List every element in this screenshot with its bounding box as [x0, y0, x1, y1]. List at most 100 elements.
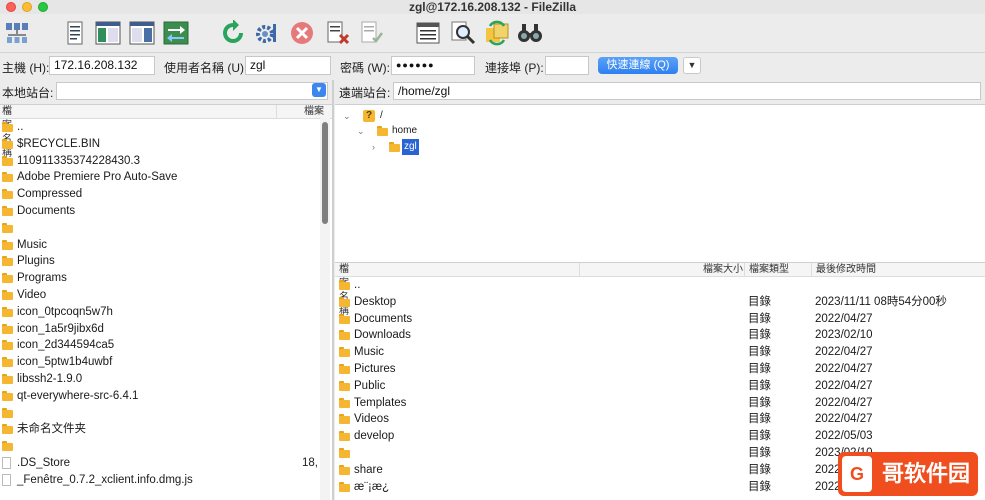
- password-input[interactable]: ●●●●●●: [391, 56, 475, 75]
- file-type: 目錄: [748, 480, 771, 493]
- host-input[interactable]: 172.16.208.132: [49, 56, 155, 75]
- search-icon[interactable]: [448, 18, 478, 48]
- list-item[interactable]: icon_0tpcoqn5w7h: [0, 304, 332, 321]
- tree-node-zgl[interactable]: › zgl: [372, 139, 572, 155]
- folder-icon: [2, 289, 13, 300]
- local-tree-icon[interactable]: [93, 18, 123, 48]
- local-header-size[interactable]: 檔案: [276, 105, 324, 119]
- process-queue-icon[interactable]: [252, 18, 282, 48]
- disconnect-icon[interactable]: [323, 18, 353, 48]
- local-header-name[interactable]: 檔案名稱 ⌃: [2, 105, 12, 159]
- file-name: icon_0tpcoqn5w7h: [17, 305, 113, 318]
- file-name: Music: [354, 346, 385, 359]
- list-item[interactable]: qt-everywhere-src-6.4.1: [0, 388, 332, 405]
- file-type: 目錄: [748, 413, 771, 426]
- username-input[interactable]: zgl: [245, 56, 331, 75]
- remote-tree-icon[interactable]: [127, 18, 157, 48]
- table-row[interactable]: Documents 目錄 2022/04/27: [335, 311, 985, 328]
- watermark-text: 哥软件园: [881, 461, 970, 486]
- list-item[interactable]: [0, 405, 332, 422]
- table-row[interactable]: Music 目錄 2022/04/27: [335, 344, 985, 361]
- file-name: icon_1a5r9jibx6d: [17, 322, 104, 335]
- folder-icon: [2, 373, 13, 384]
- toolbar: [0, 14, 985, 52]
- folder-icon: [339, 414, 350, 425]
- directory-comparison-icon[interactable]: [515, 18, 545, 48]
- list-item[interactable]: Video: [0, 287, 332, 304]
- table-row[interactable]: develop 目錄 2022/05/03: [335, 428, 985, 445]
- list-item[interactable]: icon_1a5r9jibx6d: [0, 321, 332, 338]
- local-scroll-thumb[interactable]: [322, 122, 328, 224]
- list-item[interactable]: Adobe Premiere Pro Auto-Save: [0, 169, 332, 186]
- chevron-right-icon[interactable]: ›: [372, 139, 375, 155]
- chevron-down-icon[interactable]: ⌄: [357, 123, 365, 139]
- list-item[interactable]: icon_5ptw1b4uwbf: [0, 354, 332, 371]
- reconnect-icon[interactable]: [357, 18, 387, 48]
- table-row[interactable]: ..: [335, 277, 985, 294]
- port-input[interactable]: [545, 56, 589, 75]
- folder-icon: [2, 256, 13, 267]
- file-name: qt-everywhere-src-6.4.1: [17, 389, 139, 402]
- file-name: $RECYCLE.BIN: [17, 137, 101, 150]
- folder-icon: [2, 138, 13, 149]
- quickconnect-history-dropdown[interactable]: ▼: [683, 57, 701, 74]
- file-icon: [2, 456, 11, 469]
- chevron-down-icon[interactable]: ⌄: [343, 108, 351, 124]
- list-item[interactable]: [0, 220, 332, 237]
- directory-listing-filters-icon[interactable]: [413, 18, 443, 48]
- chevron-down-icon[interactable]: ▼: [312, 83, 326, 97]
- remote-header-type[interactable]: 檔案類型: [744, 263, 789, 277]
- file-name: Templates: [354, 396, 407, 409]
- table-row[interactable]: Videos 目錄 2022/04/27: [335, 411, 985, 428]
- list-item[interactable]: Programs: [0, 270, 332, 287]
- folder-icon: [339, 380, 350, 391]
- pane-splitter[interactable]: [332, 80, 334, 500]
- list-item[interactable]: Compressed: [0, 186, 332, 203]
- file-name: Plugins: [17, 255, 55, 268]
- list-item[interactable]: Documents: [0, 203, 332, 220]
- message-log-icon[interactable]: [60, 18, 90, 48]
- file-name: develop: [354, 430, 395, 443]
- local-site-input[interactable]: [56, 82, 328, 100]
- remote-site-input[interactable]: /home/zgl: [393, 82, 981, 100]
- local-list-header: 檔案名稱 ⌃ 檔案: [0, 105, 332, 159]
- folder-icon: [339, 464, 350, 475]
- list-item[interactable]: icon_2d344594ca5: [0, 337, 332, 354]
- file-name: icon_2d344594ca5: [17, 339, 115, 352]
- remote-header-name[interactable]: 檔案名稱 ⌃: [339, 263, 349, 317]
- remote-header-size[interactable]: 檔案大小: [579, 263, 743, 277]
- file-modified: 2022/04/27: [815, 346, 873, 359]
- table-row[interactable]: Desktop 目錄 2023/11/11 08時54分00秒: [335, 294, 985, 311]
- folder-icon: [389, 142, 400, 152]
- remote-directory-tree: ⌄ ? / ⌄ home › zgl: [335, 104, 985, 262]
- cancel-icon[interactable]: [287, 18, 317, 48]
- table-row[interactable]: Pictures 目錄 2022/04/27: [335, 361, 985, 378]
- folder-icon: [339, 481, 350, 492]
- list-item[interactable]: Music: [0, 237, 332, 254]
- refresh-icon[interactable]: [218, 18, 248, 48]
- remote-header-modified[interactable]: 最後修改時間: [811, 263, 876, 277]
- list-item[interactable]: Plugins: [0, 253, 332, 270]
- table-row[interactable]: Downloads 目錄 2023/02/10: [335, 327, 985, 344]
- site-manager-icon[interactable]: [2, 18, 32, 48]
- transfer-queue-icon[interactable]: [161, 18, 191, 48]
- list-item[interactable]: libssh2-1.9.0: [0, 371, 332, 388]
- quickconnect-button[interactable]: 快速連線 (Q): [598, 57, 678, 74]
- remote-site-bar: 遠端站台: /home/zgl: [335, 80, 985, 102]
- list-item[interactable]: ..: [0, 119, 332, 136]
- unknown-directory-icon: ?: [363, 110, 375, 122]
- list-item[interactable]: $RECYCLE.BIN: [0, 136, 332, 153]
- folder-icon: [339, 363, 350, 374]
- username-label: 使用者名稱 (U):: [164, 61, 248, 75]
- table-row[interactable]: Public 目錄 2022/04/27: [335, 378, 985, 395]
- list-item[interactable]: [0, 438, 332, 455]
- folder-icon: [377, 126, 388, 136]
- list-item[interactable]: 110911335374228430.3: [0, 153, 332, 170]
- list-item[interactable]: .DS_Store 18,: [0, 455, 332, 472]
- tree-node-home[interactable]: ⌄ home: [357, 123, 557, 139]
- table-row[interactable]: Templates 目錄 2022/04/27: [335, 395, 985, 412]
- synchronized-browsing-icon[interactable]: [482, 18, 512, 48]
- list-item[interactable]: _Fenêtre_0.7.2_xclient.info.dmg.js: [0, 472, 332, 489]
- list-item[interactable]: 未命名文件夹: [0, 421, 332, 438]
- tree-node-root[interactable]: ⌄ ? /: [343, 108, 543, 124]
